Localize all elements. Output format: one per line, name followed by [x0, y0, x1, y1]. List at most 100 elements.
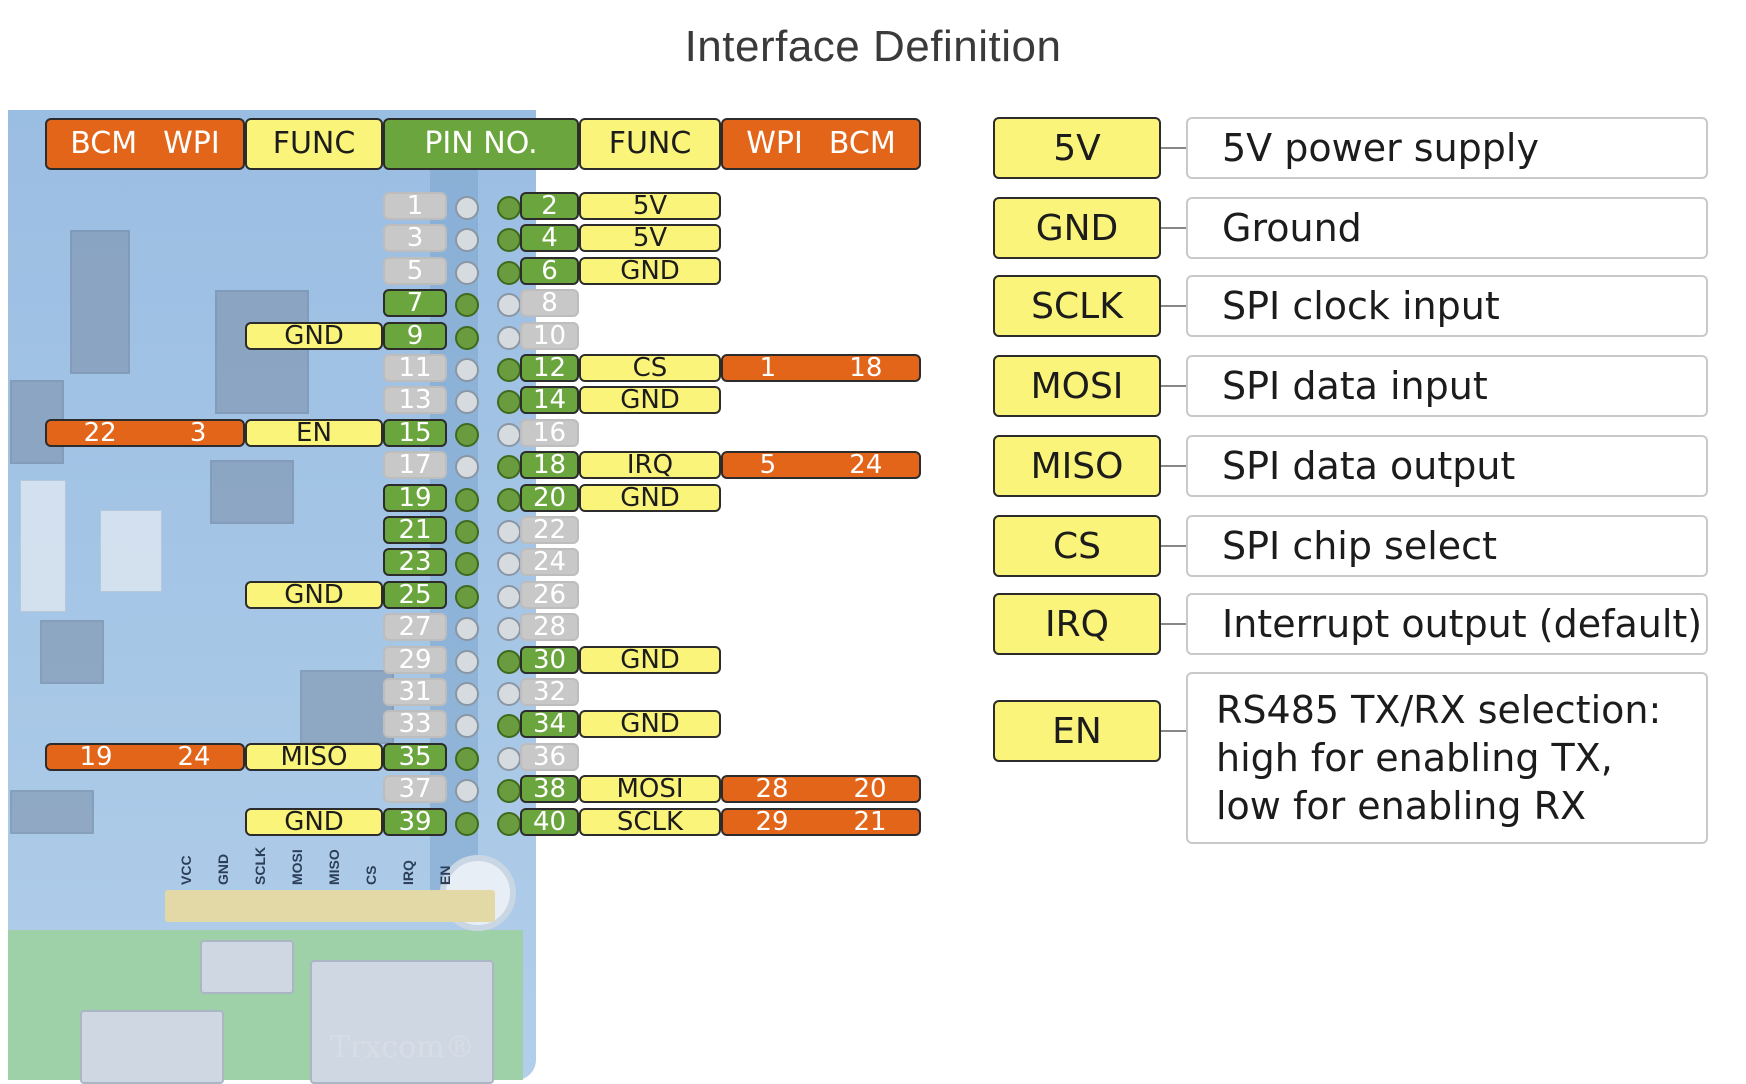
legend-connector — [1161, 545, 1186, 547]
legend-desc-line: SPI data input — [1222, 364, 1488, 408]
pin-left-5: 5 — [383, 257, 447, 285]
legend-desc-gnd: Ground — [1186, 197, 1708, 259]
pin-dot — [455, 423, 479, 447]
legend-connector — [1161, 227, 1186, 229]
pin-left-17: 17 — [383, 451, 447, 479]
pin-dot — [455, 682, 479, 706]
header-left-func: FUNC — [245, 118, 383, 170]
pin-right-4: 4 — [520, 224, 579, 252]
legend-connector — [1161, 623, 1186, 625]
pin-left-1: 1 — [383, 192, 447, 220]
gpio-right-40: 29 21 — [721, 808, 921, 836]
legend-key-cs: CS — [993, 515, 1161, 577]
pin-right-12: 12 — [520, 354, 579, 382]
func-right-4: 5V — [579, 224, 721, 252]
pin-right-30: 30 — [520, 646, 579, 674]
func-right-30: GND — [579, 646, 721, 674]
gpio-left-35: 19 24 — [45, 743, 245, 771]
pin-dot — [455, 261, 479, 285]
pin-right-20: 20 — [520, 484, 579, 512]
pin-left-19: 19 — [383, 484, 447, 512]
pin-dot — [497, 293, 521, 317]
board-pin-label: MISO — [326, 849, 342, 885]
pin-right-32: 32 — [520, 678, 579, 706]
ic-chip — [215, 290, 309, 414]
bcm-number: 19 — [79, 742, 113, 772]
func-right-38: MOSI — [579, 775, 721, 803]
pin-dot — [455, 293, 479, 317]
legend-key-gnd: GND — [993, 197, 1161, 259]
legend-key-5v: 5V — [993, 117, 1161, 179]
pin-dot — [497, 358, 521, 382]
wpi-number: 28 — [755, 774, 789, 804]
gpio-left-15: 22 3 — [45, 419, 245, 447]
pin-dot — [455, 812, 479, 836]
func-left-39: GND — [245, 808, 383, 836]
pin-dot — [455, 552, 479, 576]
ic-chip — [210, 460, 294, 524]
legend-desc-cs: SPI chip select — [1186, 515, 1708, 577]
header-right-func: FUNC — [579, 118, 721, 170]
header-right-wpi-bcm: WPI BCM — [721, 118, 921, 170]
func-right-12: CS — [579, 354, 721, 382]
pin-dot — [497, 196, 521, 220]
pin-left-31: 31 — [383, 678, 447, 706]
pin-left-35: 35 — [383, 743, 447, 771]
pin-right-40: 40 — [520, 808, 579, 836]
bcm-number: 22 — [83, 418, 117, 448]
legend-desc-mosi: SPI data input — [1186, 355, 1708, 417]
pin-dot — [497, 617, 521, 641]
legend-key-sclk: SCLK — [993, 275, 1161, 337]
header-label: BCM — [70, 126, 138, 161]
pin-dot — [497, 488, 521, 512]
pin-dot — [455, 326, 479, 350]
func-left-9: GND — [245, 322, 383, 350]
ic-chip — [300, 670, 394, 744]
pin-left-29: 29 — [383, 646, 447, 674]
pin-dot — [455, 196, 479, 220]
pin-dot — [455, 650, 479, 674]
func-left-25: GND — [245, 581, 383, 609]
pin-dot — [455, 228, 479, 252]
pin-right-28: 28 — [520, 613, 579, 641]
pin-dot — [497, 520, 521, 544]
header-pin-no: PIN NO. — [383, 118, 579, 170]
ic-chip — [40, 620, 104, 684]
pin-right-2: 2 — [520, 192, 579, 220]
board-pin-label: IRQ — [400, 860, 416, 885]
func-right-6: GND — [579, 257, 721, 285]
pin-dot — [497, 455, 521, 479]
board-pin-label: GND — [215, 853, 231, 885]
pin-dot — [455, 714, 479, 738]
pin-dot — [497, 228, 521, 252]
board-pin-label: EN — [437, 865, 453, 885]
pin-left-15: 15 — [383, 419, 447, 447]
legend-key-en: EN — [993, 700, 1161, 762]
pin-right-26: 26 — [520, 581, 579, 609]
pin-left-23: 23 — [383, 548, 447, 576]
pin-dot — [455, 390, 479, 414]
pin-right-38: 38 — [520, 775, 579, 803]
legend-desc-line: Interrupt output (default) — [1222, 602, 1703, 646]
legend-connector — [1161, 305, 1186, 307]
pin-dot — [497, 390, 521, 414]
wpi-number: 24 — [177, 742, 211, 772]
pin-right-18: 18 — [520, 451, 579, 479]
legend-desc-sclk: SPI clock input — [1186, 275, 1708, 337]
header-label: WPI — [746, 126, 803, 161]
pin-dot — [497, 779, 521, 803]
legend-key-irq: IRQ — [993, 593, 1161, 655]
pin-dot — [497, 747, 521, 771]
func-right-2: 5V — [579, 192, 721, 220]
wpi-number: 1 — [759, 353, 777, 383]
pin-right-10: 10 — [520, 322, 579, 350]
pin-dot — [455, 488, 479, 512]
legend-desc-line: SPI data output — [1222, 444, 1516, 488]
legend-connector — [1161, 730, 1186, 732]
pin-dot — [497, 682, 521, 706]
pin-header-strip — [165, 890, 495, 922]
board-pin-label: VCC — [178, 855, 194, 885]
component — [200, 940, 294, 994]
legend-connector — [1161, 385, 1186, 387]
bcm-number: 24 — [849, 450, 883, 480]
